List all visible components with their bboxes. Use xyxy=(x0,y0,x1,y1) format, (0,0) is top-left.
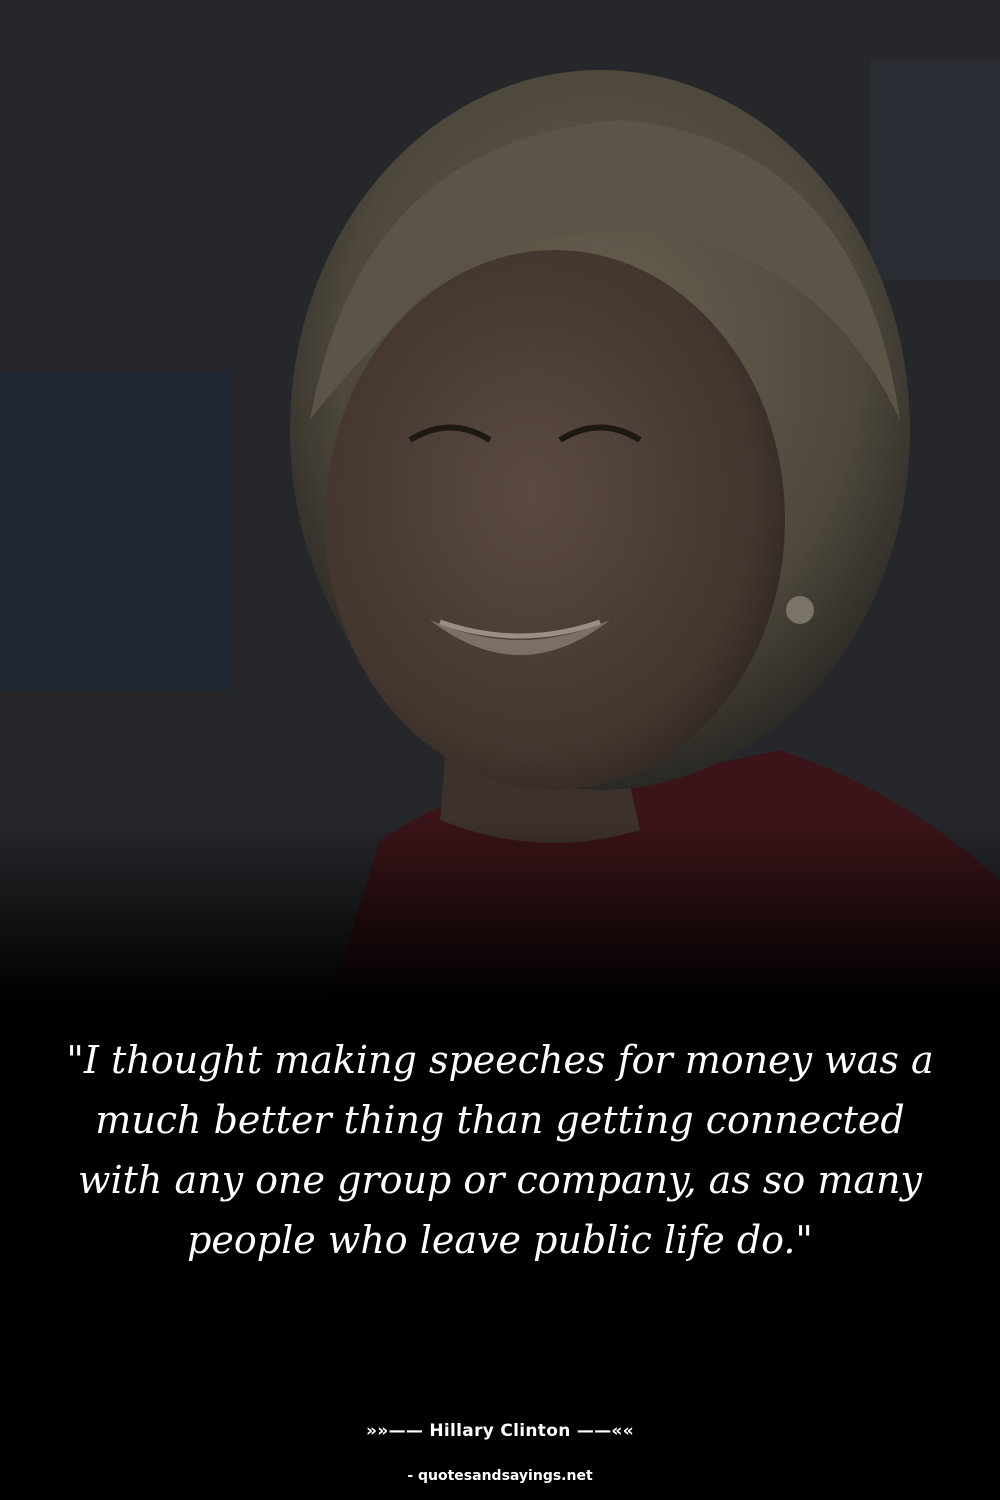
attribution-line: »»—— Hillary Clinton ——«« xyxy=(0,1421,1000,1441)
author-name: Hillary Clinton xyxy=(429,1421,571,1441)
earring-shape xyxy=(786,596,814,624)
photo-fade-overlay xyxy=(0,820,1000,1000)
portrait-photo xyxy=(0,0,1000,1000)
background-panel-right xyxy=(870,60,1000,280)
attribution-prefix: »»—— xyxy=(366,1421,430,1441)
attribution-suffix: ——«« xyxy=(570,1421,634,1441)
portrait-illustration xyxy=(0,0,1000,1000)
source-credit: - quotesandsayings.net xyxy=(407,1468,593,1484)
background-panel xyxy=(0,370,230,690)
quote-text: "I thought making speeches for money was… xyxy=(66,1038,934,1262)
quote-card: "I thought making speeches for money was… xyxy=(0,0,1000,1500)
face-shape xyxy=(325,250,785,790)
